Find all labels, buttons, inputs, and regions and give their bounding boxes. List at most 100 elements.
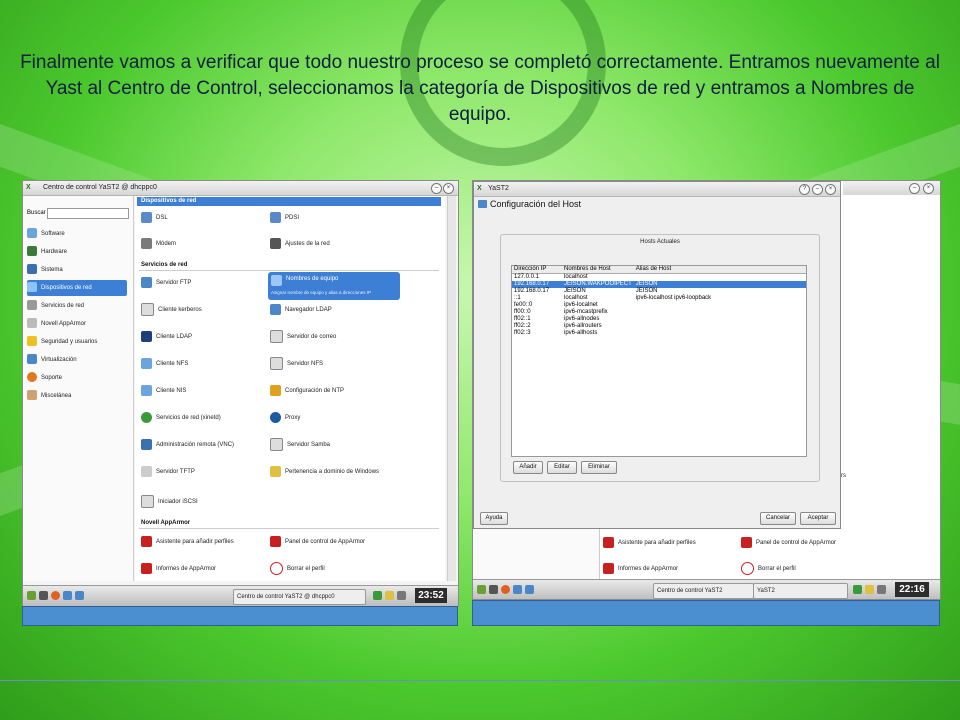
item-nfs-server[interactable]: Servidor NFS <box>270 356 323 372</box>
sidebar-item-misc[interactable]: Miscelánea <box>27 388 127 404</box>
minimize-button[interactable]: – <box>909 183 920 194</box>
minimize-button[interactable]: – <box>431 183 442 194</box>
item-hostnames-selected[interactable]: Nombres de equipo Asignar nombre de equi… <box>268 272 400 300</box>
sidebar-item-software[interactable]: Software <box>27 226 127 242</box>
dsl-icon <box>141 211 152 223</box>
table-row[interactable]: ff02::1 ipv6-allnodes <box>512 316 806 323</box>
table-row[interactable]: ff02::2 ipv6-allrouters <box>512 323 806 330</box>
sidebar: Buscar Software Hardware Sistema Disposi… <box>23 196 134 581</box>
sidebar-item-virtualization[interactable]: Virtualización <box>27 352 127 368</box>
launcher-icon[interactable] <box>525 585 534 594</box>
item-dsl[interactable]: DSL <box>141 210 168 226</box>
firefox-icon[interactable] <box>501 585 510 594</box>
item-isdn[interactable]: PDSI <box>270 210 299 226</box>
add-button[interactable]: Añadir <box>513 461 543 474</box>
sidebar-item-system[interactable]: Sistema <box>27 262 127 278</box>
table-row[interactable]: ff02::3 ipv6-allhosts <box>512 330 806 337</box>
item-modem[interactable]: Módem <box>141 236 176 252</box>
divider <box>139 528 439 529</box>
sidebar-item-label: Soporte <box>41 375 63 381</box>
sidebar-item-network-devices[interactable]: Dispositivos de red <box>27 280 127 296</box>
yast2-dialog: X YaST2 ? – × Configuración del Host Hos… <box>473 181 841 529</box>
table-row[interactable]: ff00::0 ipv6-mcastprefix <box>512 309 806 316</box>
taskbar-control-center[interactable]: Centro de control YaST2 <box>653 583 754 599</box>
volume-icon[interactable] <box>877 585 886 594</box>
volume-icon[interactable] <box>397 591 406 600</box>
minimize-button[interactable]: – <box>812 184 823 195</box>
table-row[interactable]: ::1 localhost ipv6-localhost ipv6-loopback <box>512 295 806 302</box>
bg-item-apparmor-wizard[interactable]: Asistente para añadir perfiles <box>603 535 696 551</box>
tray-icon[interactable] <box>373 591 382 600</box>
desktop-icon[interactable] <box>39 591 48 600</box>
section-network-devices: Dispositivos de red <box>137 197 441 206</box>
blue-caption-bar <box>22 606 458 626</box>
table-row[interactable]: 127.0.0.1 localhost <box>512 274 806 282</box>
item-mail-server[interactable]: Servidor de correo <box>270 329 336 345</box>
taskbar-yast2[interactable]: YaST2 <box>753 583 848 599</box>
column-hostname[interactable]: Nombres de Host <box>562 266 634 274</box>
item-xinetd[interactable]: Servicios de red (xinetd) <box>141 410 221 426</box>
yast-icon: X <box>26 184 31 191</box>
column-alias[interactable]: Alias de Host <box>633 266 806 274</box>
item-iscsi-initiator[interactable]: Iniciador iSCSI <box>141 494 198 510</box>
item-apparmor-reports[interactable]: Informes de AppArmor <box>141 561 216 577</box>
sidebar-item-apparmor[interactable]: Novell AppArmor <box>27 316 127 332</box>
host-config-icon <box>478 200 487 208</box>
background-sidebar <box>473 529 600 579</box>
start-menu-icon[interactable] <box>477 585 486 594</box>
item-network-settings[interactable]: Ajustes de la red <box>270 236 330 252</box>
sidebar-item-network-services[interactable]: Servicios de red <box>27 298 127 314</box>
files-icon[interactable] <box>63 591 72 600</box>
help-button[interactable]: Ayuda <box>480 512 508 525</box>
tray-icon[interactable] <box>385 591 394 600</box>
cell-hostname: JEISON.WAKPOOIPECT <box>562 281 634 288</box>
delete-button[interactable]: Eliminar <box>581 461 617 474</box>
sidebar-item-support[interactable]: Soporte <box>27 370 127 386</box>
close-button[interactable]: × <box>443 183 454 194</box>
tray-icon[interactable] <box>865 585 874 594</box>
item-kerberos-client[interactable]: Cliente kerberos <box>141 302 202 318</box>
bg-item-apparmor-reports[interactable]: Informes de AppArmor <box>603 561 678 577</box>
taskbar-yast-window[interactable]: Centro de control YaST2 @ dhcppc0 <box>233 589 366 605</box>
table-row[interactable]: fe00::0 ipv6-localnet <box>512 302 806 309</box>
item-ldap-browser[interactable]: Navegador LDAP <box>270 302 332 318</box>
item-vnc[interactable]: Administración remota (VNC) <box>141 437 234 453</box>
item-ftp-server[interactable]: Servidor FTP <box>141 275 191 291</box>
item-nfs-client[interactable]: Cliente NFS <box>141 356 188 372</box>
item-label: Nombres de equipo <box>286 276 339 282</box>
table-row[interactable]: 192.168.0.17 JEISON JEISON <box>512 288 806 295</box>
launcher-icon[interactable] <box>75 591 84 600</box>
tray-icon[interactable] <box>853 585 862 594</box>
bg-item-delete-profile[interactable]: Borrar el perfil <box>741 561 796 577</box>
item-proxy[interactable]: Proxy <box>270 410 300 426</box>
close-button[interactable]: × <box>923 183 934 194</box>
files-icon[interactable] <box>513 585 522 594</box>
close-button[interactable]: × <box>825 184 836 195</box>
start-menu-icon[interactable] <box>27 591 36 600</box>
item-apparmor-wizard[interactable]: Asistente para añadir perfiles <box>141 534 234 550</box>
hosts-table[interactable]: Dirección IP Nombres de Host Alias de Ho… <box>511 265 807 457</box>
item-ldap-client[interactable]: Cliente LDAP <box>141 329 192 345</box>
item-ntp-config[interactable]: Configuración de NTP <box>270 383 344 399</box>
item-delete-profile[interactable]: Borrar el perfil <box>270 561 325 577</box>
cell-alias <box>634 309 806 316</box>
table-row-selected[interactable]: 192.168.0.17 JEISON.WAKPOOIPECT JEISON <box>512 281 806 288</box>
item-windows-domain[interactable]: Pertenencia a dominio de Windows <box>270 464 379 480</box>
item-apparmor-panel[interactable]: Panel de control de AppArmor <box>270 534 365 550</box>
accept-button[interactable]: Aceptar <box>800 512 836 525</box>
cell-hostname: ipv6-allhosts <box>564 330 598 336</box>
item-nis-client[interactable]: Cliente NIS <box>141 383 186 399</box>
help-window-button[interactable]: ? <box>799 184 810 195</box>
scrollbar[interactable] <box>447 196 456 581</box>
column-ip[interactable]: Dirección IP <box>512 266 562 274</box>
edit-button[interactable]: Editar <box>547 461 577 474</box>
search-input[interactable] <box>47 208 129 219</box>
firefox-icon[interactable] <box>51 591 60 600</box>
cancel-button[interactable]: Cancelar <box>760 512 796 525</box>
sidebar-item-security[interactable]: Seguridad y usuarios <box>27 334 127 350</box>
sidebar-item-hardware[interactable]: Hardware <box>27 244 127 260</box>
item-samba-server[interactable]: Servidor Samba <box>270 437 330 453</box>
item-tftp-server[interactable]: Servidor TFTP <box>141 464 195 480</box>
desktop-icon[interactable] <box>489 585 498 594</box>
bg-item-apparmor-panel[interactable]: Panel de control de AppArmor <box>741 535 836 551</box>
